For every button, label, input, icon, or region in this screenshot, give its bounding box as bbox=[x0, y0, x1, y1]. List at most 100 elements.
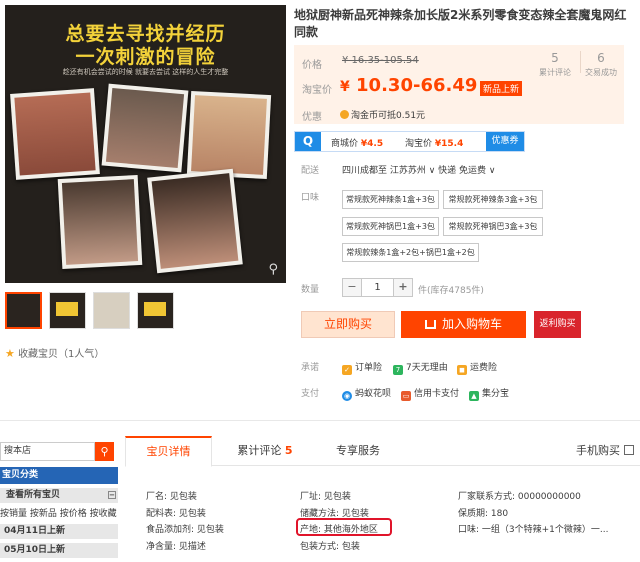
quantity-minus-button[interactable]: − bbox=[343, 279, 361, 296]
tab-reviews-count: 5 bbox=[284, 444, 293, 457]
truck-icon: ◼ bbox=[457, 365, 467, 375]
promise-shipping-insurance[interactable]: ◼ 运费险 bbox=[457, 360, 497, 375]
stat-sales-count: 6 bbox=[597, 51, 605, 65]
category-date-1[interactable]: 04月11日上新 bbox=[0, 524, 118, 539]
mobile-buy[interactable]: 手机购买 bbox=[576, 436, 634, 466]
favorite-link[interactable]: ★ 收藏宝贝（1人气） bbox=[5, 345, 104, 360]
attr-shelf-life: 保质期: 180 bbox=[458, 509, 509, 519]
stat-sales: 6 交易成功 bbox=[576, 51, 626, 78]
shipping-route[interactable]: 四川成都至 江苏苏州 ∨ 快递 免运费 ∨ bbox=[342, 163, 495, 176]
coupon-button[interactable]: 优惠券 bbox=[486, 132, 524, 151]
shield-icon: ✓ bbox=[342, 365, 352, 375]
stat-reviews-label: 累计评论 bbox=[539, 68, 571, 77]
add-to-cart-label: 加入购物车 bbox=[441, 317, 502, 331]
rebate-buy-button[interactable]: 返利购买 bbox=[534, 311, 581, 338]
attr-additives: 食品添加剂: 见包装 bbox=[146, 525, 224, 535]
photo-3 bbox=[186, 90, 272, 180]
promise-order-insurance[interactable]: ✓ 订单险 bbox=[342, 360, 382, 375]
payment-huabei[interactable]: ◉ 蚂蚁花呗 bbox=[342, 386, 391, 401]
promise-label: 承诺 bbox=[301, 363, 320, 373]
promo-price-label: 淘宝价 bbox=[302, 85, 332, 96]
stat-sales-label: 交易成功 bbox=[585, 68, 617, 77]
qr-code-icon bbox=[624, 445, 634, 455]
taobao-price: 淘宝价 ¥15.4 bbox=[405, 136, 463, 149]
tab-reviews-label: 累计评论 bbox=[237, 444, 282, 457]
merchant-price: 商城价 ¥4.5 bbox=[331, 136, 383, 149]
huabei-icon: ◉ bbox=[342, 391, 352, 401]
offer-text: 淘金币可抵0.51元 bbox=[340, 108, 425, 121]
cart-icon bbox=[424, 320, 436, 329]
origin-highlight-box bbox=[296, 518, 392, 536]
original-price: ¥ 16.35-105.54 bbox=[342, 55, 419, 66]
hero-headline-2: 一次刺激的冒险 bbox=[75, 46, 216, 68]
attr-net-content: 净含量: 见描述 bbox=[146, 542, 206, 552]
promise-7day-return[interactable]: 7 7天无理由 bbox=[393, 360, 448, 375]
photo-5 bbox=[147, 168, 243, 274]
compare-logo-icon: Q bbox=[295, 132, 321, 151]
tab-reviews[interactable]: 累计评论 5 bbox=[220, 436, 310, 466]
tab-detail[interactable]: 宝贝详情 bbox=[125, 436, 212, 467]
search-icon[interactable]: ⚲ bbox=[95, 442, 114, 461]
attr-packaging: 包装方式: 包装 bbox=[300, 542, 360, 552]
promo-price: ¥ 10.30-66.49 bbox=[340, 75, 477, 96]
credit-card-icon: ▭ bbox=[401, 391, 411, 401]
stock-info: 件(库存4785件) bbox=[418, 286, 484, 296]
add-to-cart-button[interactable]: 加入购物车 bbox=[401, 311, 526, 338]
attr-factory-name: 厂名: 见包装 bbox=[146, 492, 197, 502]
attr-factory-contact: 厂家联系方式: 00000000000 bbox=[458, 492, 581, 502]
new-badge: 新品上新 bbox=[480, 81, 523, 96]
payment-credit-card-label: 信用卡支付 bbox=[414, 389, 460, 399]
thumbnail-1[interactable] bbox=[5, 292, 42, 329]
taobao-price-label: 淘宝价 bbox=[405, 139, 433, 149]
seven-day-icon: 7 bbox=[393, 365, 403, 375]
zoom-icon[interactable]: ⚲ bbox=[268, 262, 278, 277]
thumbnail-4[interactable] bbox=[137, 292, 174, 329]
flavor-option-4[interactable]: 常规款死神锅巴3盒+3包 bbox=[443, 217, 543, 236]
flavor-label: 口味 bbox=[301, 193, 320, 203]
thumbnail-3[interactable] bbox=[93, 292, 130, 329]
shipping-label: 配送 bbox=[301, 166, 320, 176]
attr-ingredients: 配料表: 见包装 bbox=[146, 509, 206, 519]
category-date-2[interactable]: 05月10日上新 bbox=[0, 543, 118, 558]
photo-1 bbox=[10, 88, 100, 180]
all-items-label: 查看所有宝贝 bbox=[6, 490, 61, 500]
attr-flavor: 口味: 一组（3个特辣+1个微辣）一... bbox=[458, 525, 609, 535]
attr-factory-address: 厂址: 见包装 bbox=[300, 492, 351, 502]
photo-2 bbox=[101, 83, 189, 173]
hero-subtitle: 趁还有机会尝试的时候 就要去尝试 这样的人生才完整 bbox=[62, 68, 229, 76]
offer-value: 淘金币可抵0.51元 bbox=[351, 111, 426, 121]
section-divider bbox=[0, 420, 640, 421]
promise-7day-return-label: 7天无理由 bbox=[406, 363, 448, 373]
photo-4 bbox=[57, 174, 143, 270]
shop-search-input[interactable]: 搜本店 bbox=[0, 442, 95, 461]
quantity-plus-button[interactable]: + bbox=[394, 279, 412, 296]
quantity-input[interactable]: 1 bbox=[361, 279, 394, 296]
flavor-option-2[interactable]: 常规款死神辣条3盒+3包 bbox=[443, 190, 543, 209]
payment-jifenbao-label: 集分宝 bbox=[482, 389, 510, 399]
product-title: 地狱厨神新品死神辣条加长版2米系列零食变态辣全套魔鬼网红同款 bbox=[294, 8, 627, 39]
star-icon: ★ bbox=[5, 347, 15, 360]
mobile-buy-label: 手机购买 bbox=[576, 444, 620, 457]
collapse-icon[interactable]: − bbox=[108, 491, 116, 499]
tab-service[interactable]: 专享服务 bbox=[318, 436, 398, 466]
coin-icon bbox=[340, 110, 349, 119]
price-box: 价格 ¥ 16.35-105.54 淘宝价 ¥ 10.30-66.49 新品上新… bbox=[294, 45, 624, 124]
flavor-option-5[interactable]: 常规款辣条1盒+2包+锅巴1盒+2包 bbox=[342, 243, 479, 262]
stat-reviews[interactable]: 5 累计评论 bbox=[530, 51, 580, 78]
merchant-price-label: 商城价 bbox=[331, 139, 359, 149]
main-product-image[interactable]: 总要去寻找并经历 一次刺激的冒险 趁还有机会尝试的时候 就要去尝试 这样的人生才… bbox=[5, 5, 286, 283]
jifenbao-icon: ▲ bbox=[469, 391, 479, 401]
payment-credit-card[interactable]: ▭ 信用卡支付 bbox=[401, 386, 459, 401]
payment-label: 支付 bbox=[301, 389, 320, 399]
thumbnail-2[interactable] bbox=[49, 292, 86, 329]
taobao-price-value: ¥15.4 bbox=[434, 139, 464, 149]
all-items-link[interactable]: 查看所有宝贝 − bbox=[0, 488, 118, 503]
price-compare-bar[interactable]: Q 商城价 ¥4.5 淘宝价 ¥15.4 优惠券 bbox=[294, 131, 525, 152]
sort-links[interactable]: 按销量 按新品 按价格 按收藏 bbox=[0, 506, 117, 519]
buy-now-button[interactable]: 立即购买 bbox=[301, 311, 395, 338]
detail-tabbar: 宝贝详情 累计评论 5 专享服务 手机购买 bbox=[125, 436, 640, 467]
flavor-option-3[interactable]: 常规款死神锅巴1盒+3包 bbox=[342, 217, 439, 236]
merchant-price-value: ¥4.5 bbox=[360, 139, 384, 149]
flavor-option-1[interactable]: 常规款死神辣条1盒+3包 bbox=[342, 190, 439, 209]
payment-jifenbao[interactable]: ▲ 集分宝 bbox=[469, 386, 509, 401]
